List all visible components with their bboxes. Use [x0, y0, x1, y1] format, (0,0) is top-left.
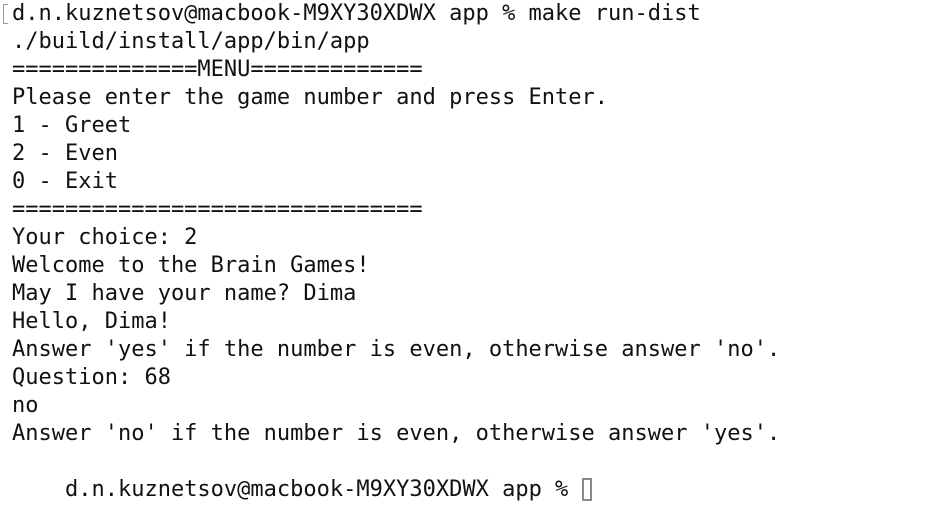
- terminal-line: Answer 'no' if the number is even, other…: [12, 421, 781, 446]
- terminal-line: May I have your name? Dima: [12, 281, 357, 306]
- terminal-line: ==============MENU=============: [12, 57, 423, 82]
- prompt-text: d.n.kuznetsov@macbook-M9XY30XDWX app %: [64, 477, 582, 502]
- terminal-line: Welcome to the Brain Games!: [12, 253, 370, 278]
- terminal-line: 1 - Greet: [12, 113, 132, 138]
- terminal-line: 2 - Even: [12, 141, 118, 166]
- terminal-line: Answer 'yes' if the number is even, othe…: [12, 337, 781, 362]
- terminal-line: no: [12, 393, 39, 418]
- command-mark-icon: [3, 4, 8, 24]
- terminal-line: Hello, Dima!: [12, 309, 171, 334]
- terminal-line: Please enter the game number and press E…: [12, 85, 609, 110]
- terminal-line: Question: 68: [12, 365, 171, 390]
- text-cursor-icon[interactable]: [581, 478, 592, 501]
- terminal-line: d.n.kuznetsov@macbook-M9XY30XDWX app % m…: [12, 1, 701, 26]
- terminal-line: ./build/install/app/bin/app: [12, 29, 370, 54]
- terminal-line: 0 - Exit: [12, 169, 118, 194]
- terminal-window[interactable]: d.n.kuznetsov@macbook-M9XY30XDWX app % m…: [0, 0, 926, 502]
- prompt-line[interactable]: d.n.kuznetsov@macbook-M9XY30XDWX app %: [12, 448, 926, 502]
- terminal-line: ===============================: [12, 197, 423, 222]
- terminal-line: Your choice: 2: [12, 225, 198, 250]
